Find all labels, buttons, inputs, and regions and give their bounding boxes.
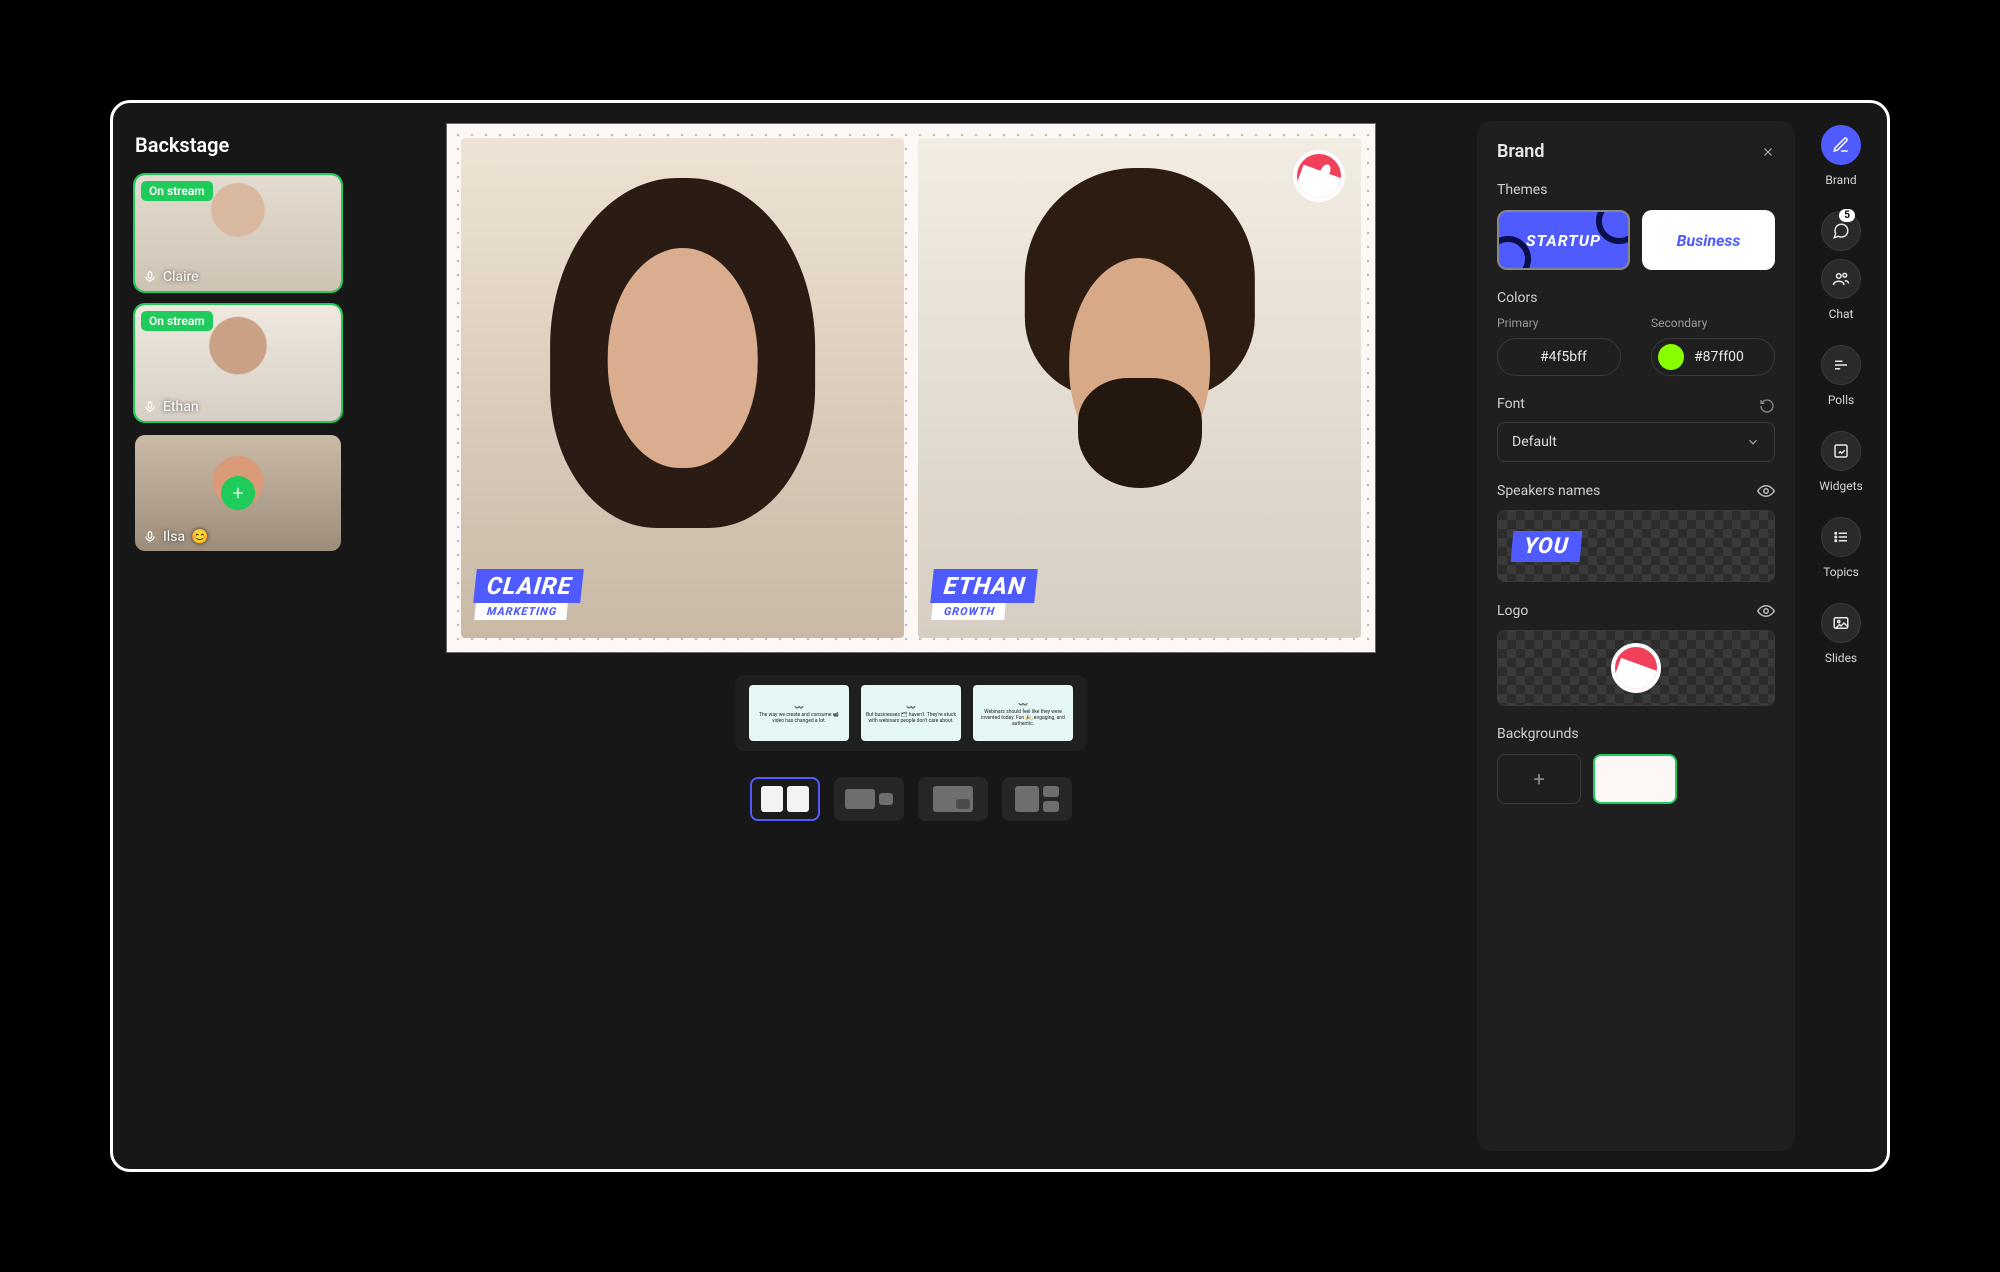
- primary-hex: #4f5bff: [1540, 349, 1587, 365]
- lower-third: CLAIRE MARKETING: [475, 569, 582, 620]
- mic-icon: [143, 270, 157, 284]
- theme-business-button[interactable]: Business: [1642, 210, 1775, 270]
- chevron-down-icon: [1746, 435, 1760, 449]
- slide-text: The way we create and consume 📹 video ha…: [753, 712, 845, 724]
- polls-icon: [1832, 356, 1850, 374]
- logo-preview[interactable]: [1497, 630, 1775, 706]
- mic-icon: [143, 400, 157, 414]
- slide-thumbnails: 〰️The way we create and consume 📹 video …: [735, 675, 1087, 751]
- rail-brand-button[interactable]: Brand: [1821, 125, 1861, 187]
- close-panel-button[interactable]: [1761, 145, 1775, 159]
- watermelon-logo-icon: [1611, 643, 1661, 693]
- slide-text: Webinars should feel like they were inve…: [977, 709, 1069, 727]
- logo-label: Logo: [1497, 603, 1528, 619]
- toggle-visibility-button[interactable]: [1757, 602, 1775, 620]
- people-icon: [1832, 270, 1850, 288]
- layout-switcher: [750, 777, 1072, 821]
- chat-badge: 5: [1839, 209, 1855, 222]
- speaker-name-preview[interactable]: YOU: [1497, 510, 1775, 582]
- stage-area: CLAIRE MARKETING ETHAN GROWTH 〰️The way …: [343, 103, 1477, 1169]
- slide-text: But businesses 🗂 haven't. They're stuck …: [865, 712, 957, 724]
- slide-thumb[interactable]: 〰️Webinars should feel like they were in…: [973, 685, 1073, 741]
- rail-slides-button[interactable]: Slides: [1821, 603, 1861, 665]
- rail-chat-button[interactable]: 5 Chat: [1821, 211, 1861, 321]
- add-background-button[interactable]: +: [1497, 754, 1581, 804]
- theme-label: Business: [1677, 231, 1741, 250]
- chat-icon: [1832, 222, 1850, 240]
- rail-label: Brand: [1825, 173, 1856, 187]
- slide-thumb[interactable]: 〰️But businesses 🗂 haven't. They're stuc…: [861, 685, 961, 741]
- speaker-name: ETHAN: [930, 569, 1037, 603]
- participant-name: Ethan: [163, 399, 199, 415]
- rail-polls-button[interactable]: Polls: [1821, 345, 1861, 407]
- app-window: Backstage On stream Claire On stream Eth…: [110, 100, 1890, 1172]
- font-label: Font: [1497, 396, 1525, 412]
- speaker-tile-ethan[interactable]: ETHAN GROWTH: [918, 138, 1361, 638]
- theme-startup-button[interactable]: STARTUP: [1497, 210, 1630, 270]
- undo-icon: [1759, 398, 1775, 414]
- toggle-visibility-button[interactable]: [1757, 482, 1775, 500]
- primary-color-button[interactable]: #4f5bff: [1497, 338, 1621, 376]
- on-stream-badge: On stream: [141, 181, 213, 201]
- themes-label: Themes: [1497, 182, 1775, 198]
- rail-label: Chat: [1829, 307, 1854, 321]
- layout-pip-small-button[interactable]: [834, 777, 904, 821]
- rail-label: Slides: [1825, 651, 1857, 665]
- slide-thumb[interactable]: 〰️The way we create and consume 📹 video …: [749, 685, 849, 741]
- backstage-panel: Backstage On stream Claire On stream Eth…: [113, 103, 343, 1169]
- brand-panel: Brand Themes STARTUP Business Colors Pri…: [1477, 121, 1795, 1151]
- on-stream-badge: On stream: [141, 311, 213, 331]
- participant-name: Ilsa: [163, 529, 185, 545]
- close-icon: [1761, 145, 1775, 159]
- stage-canvas[interactable]: CLAIRE MARKETING ETHAN GROWTH: [446, 123, 1376, 653]
- rail-widgets-button[interactable]: Widgets: [1819, 431, 1863, 493]
- lower-third: ETHAN GROWTH: [932, 569, 1036, 620]
- rail-label: Topics: [1823, 565, 1859, 579]
- list-icon: [1832, 528, 1850, 546]
- font-select[interactable]: Default: [1497, 422, 1775, 462]
- widgets-icon: [1832, 442, 1850, 460]
- avatar: [461, 138, 904, 638]
- speakers-names-label: Speakers names: [1497, 483, 1600, 499]
- secondary-color-button[interactable]: #87ff00: [1651, 338, 1775, 376]
- speaker-name-sample: YOU: [1511, 531, 1583, 562]
- image-icon: [1832, 614, 1850, 632]
- backstage-tile-claire[interactable]: On stream Claire: [135, 175, 341, 291]
- rail-label: Polls: [1828, 393, 1854, 407]
- primary-swatch: [1504, 344, 1530, 370]
- backstage-tile-ethan[interactable]: On stream Ethan: [135, 305, 341, 421]
- pencil-icon: [1832, 136, 1850, 154]
- mic-icon: [143, 530, 157, 544]
- secondary-hex: #87ff00: [1694, 349, 1744, 365]
- participant-name: Claire: [163, 269, 199, 285]
- layout-pip-corner-button[interactable]: [918, 777, 988, 821]
- backstage-tile-ilsa[interactable]: + Ilsa 😊: [135, 435, 341, 551]
- layout-split-2-button[interactable]: [750, 777, 820, 821]
- secondary-swatch: [1658, 344, 1684, 370]
- reset-font-button[interactable]: [1759, 398, 1775, 414]
- eye-icon: [1757, 602, 1775, 620]
- layout-grid-3-button[interactable]: [1002, 777, 1072, 821]
- stage-logo: [1293, 150, 1345, 202]
- secondary-label: Secondary: [1651, 316, 1775, 330]
- brand-panel-title: Brand: [1497, 141, 1544, 162]
- speaker-role: GROWTH: [931, 603, 1006, 620]
- backstage-title: Backstage: [135, 133, 329, 157]
- eye-icon: [1757, 482, 1775, 500]
- speaker-tile-claire[interactable]: CLAIRE MARKETING: [461, 138, 904, 638]
- backgrounds-label: Backgrounds: [1497, 726, 1775, 742]
- font-value: Default: [1512, 434, 1557, 450]
- status-emoji: 😊: [191, 529, 208, 545]
- rail-topics-button[interactable]: Topics: [1821, 517, 1861, 579]
- speaker-name: CLAIRE: [473, 569, 583, 603]
- colors-label: Colors: [1497, 290, 1775, 306]
- primary-label: Primary: [1497, 316, 1621, 330]
- rail-label: Widgets: [1819, 479, 1863, 493]
- speaker-role: MARKETING: [474, 603, 568, 620]
- theme-label: STARTUP: [1526, 231, 1601, 250]
- avatar: [1077, 378, 1201, 488]
- add-to-stream-button[interactable]: +: [221, 476, 255, 510]
- right-rail: Brand 5 Chat Polls Widgets: [1795, 103, 1887, 1169]
- background-option[interactable]: [1593, 754, 1677, 804]
